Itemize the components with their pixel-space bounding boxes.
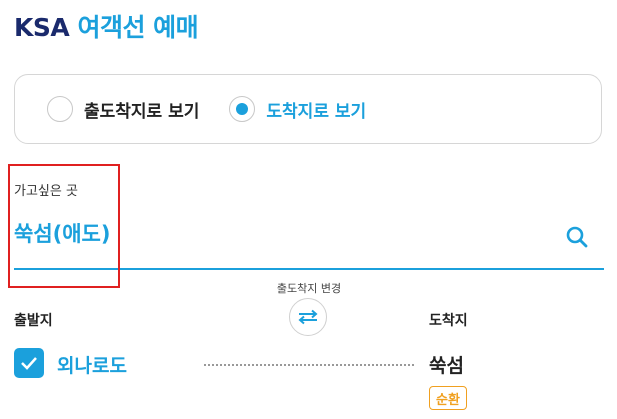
route-dotted-line — [204, 364, 414, 366]
radio-label-arrival: 도착지로 보기 — [266, 101, 367, 122]
swap-button[interactable] — [289, 298, 327, 336]
swap-label: 출도착지 변경 — [276, 282, 342, 295]
checkmark-icon — [21, 357, 37, 370]
departure-label: 출발지 — [14, 313, 53, 329]
highlight-box — [8, 164, 120, 288]
radio-label-departure-arrival: 출도착지로 보기 — [84, 101, 200, 122]
brand-text: KSA — [14, 13, 70, 42]
departure-checkbox[interactable] — [14, 348, 44, 378]
departure-value[interactable]: 외나로도 — [57, 351, 127, 378]
trip-type-badge: 순환 — [429, 386, 467, 410]
title-text: 여객선 예매 — [77, 13, 199, 42]
view-mode-selector: 출도착지로 보기 도착지로 보기 — [14, 74, 602, 144]
radio-button-arrival[interactable] — [229, 96, 256, 122]
arrival-value[interactable]: 쑥섬 — [429, 351, 464, 378]
radio-button-departure-arrival[interactable] — [47, 96, 73, 122]
page-title: KSA 여객선 예매 — [14, 8, 199, 44]
radio-option-arrival[interactable]: 도착지로 보기 — [229, 96, 366, 122]
radio-selected-dot — [236, 103, 249, 115]
swap-arrows-icon — [298, 309, 318, 325]
arrival-label: 도착지 — [429, 313, 468, 329]
search-icon[interactable] — [564, 224, 590, 250]
radio-option-departure-arrival[interactable]: 출도착지로 보기 — [47, 96, 199, 122]
